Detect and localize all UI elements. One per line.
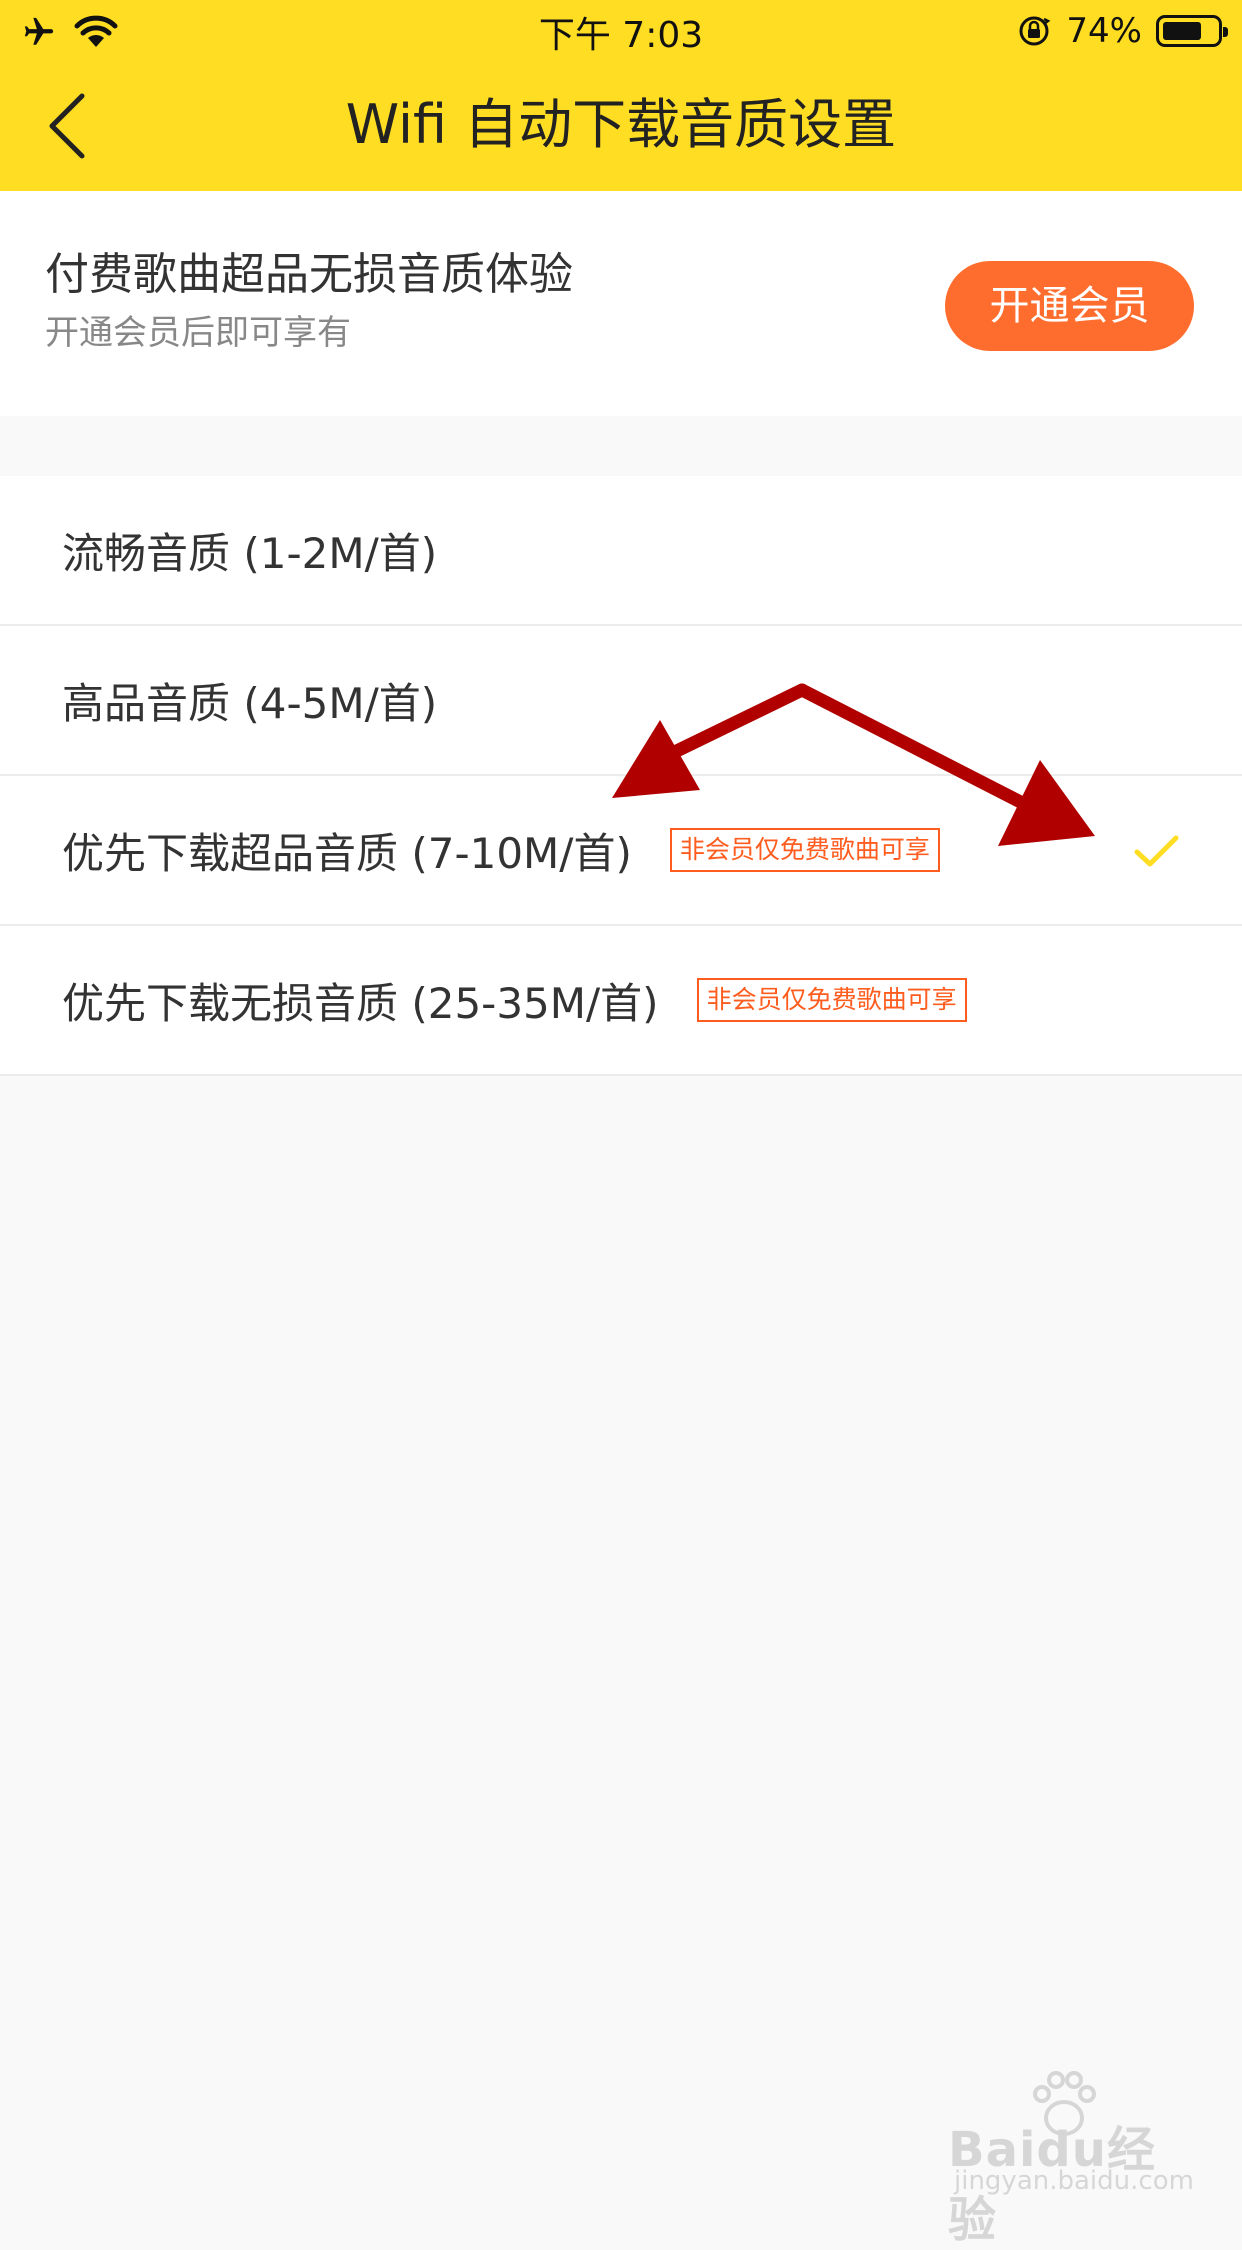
nav-bar: Wifi 自动下载音质设置 — [0, 62, 1242, 191]
member-restriction-badge: 非会员仅免费歌曲可享 — [696, 978, 967, 1022]
option-label: 优先下载无损音质 (25-35M/首) — [62, 978, 659, 1028]
option-label: 高品音质 (4-5M/首) — [62, 678, 438, 728]
orientation-lock-icon — [1019, 16, 1051, 46]
quality-option-list: 流畅音质 (1-2M/首) 高品音质 (4-5M/首) 优先下载超品音质 (7-… — [0, 476, 1242, 1076]
battery-cap — [1223, 27, 1228, 37]
baidu-watermark: Baidu经验 jingyan.baidu.com — [948, 2070, 1194, 2248]
promo-subtitle: 开通会员后即可享有 — [45, 313, 351, 353]
quality-option-smooth[interactable]: 流畅音质 (1-2M/首) — [0, 476, 1242, 626]
quality-option-high[interactable]: 高品音质 (4-5M/首) — [0, 626, 1242, 776]
checkmark-icon — [1134, 835, 1179, 867]
open-vip-button[interactable]: 开通会员 — [945, 261, 1194, 351]
quality-option-super[interactable]: 优先下载超品音质 (7-10M/首) 非会员仅免费歌曲可享 — [0, 776, 1242, 926]
battery-percent: 74% — [1066, 11, 1142, 51]
header-bar: 下午 7:03 74% Wifi 自动下载音质设置 — [0, 0, 1242, 191]
quality-option-lossless[interactable]: 优先下载无损音质 (25-35M/首) 非会员仅免费歌曲可享 — [0, 926, 1242, 1076]
page-title: Wifi 自动下载音质设置 — [345, 93, 897, 156]
battery-fill — [1163, 22, 1201, 40]
status-bar: 下午 7:03 74% — [0, 0, 1242, 62]
member-restriction-badge: 非会员仅免费歌曲可享 — [669, 828, 940, 872]
status-right: 74% — [1016, 10, 1228, 52]
vip-promo-card: 付费歌曲超品无损音质体验 开通会员后即可享有 开通会员 — [0, 191, 1242, 416]
option-label: 优先下载超品音质 (7-10M/首) — [62, 828, 632, 878]
battery-icon — [1156, 15, 1228, 47]
watermark-url: jingyan.baidu.com — [954, 2166, 1194, 2196]
promo-title: 付费歌曲超品无损音质体验 — [45, 249, 573, 300]
option-label: 流畅音质 (1-2M/首) — [62, 528, 438, 578]
